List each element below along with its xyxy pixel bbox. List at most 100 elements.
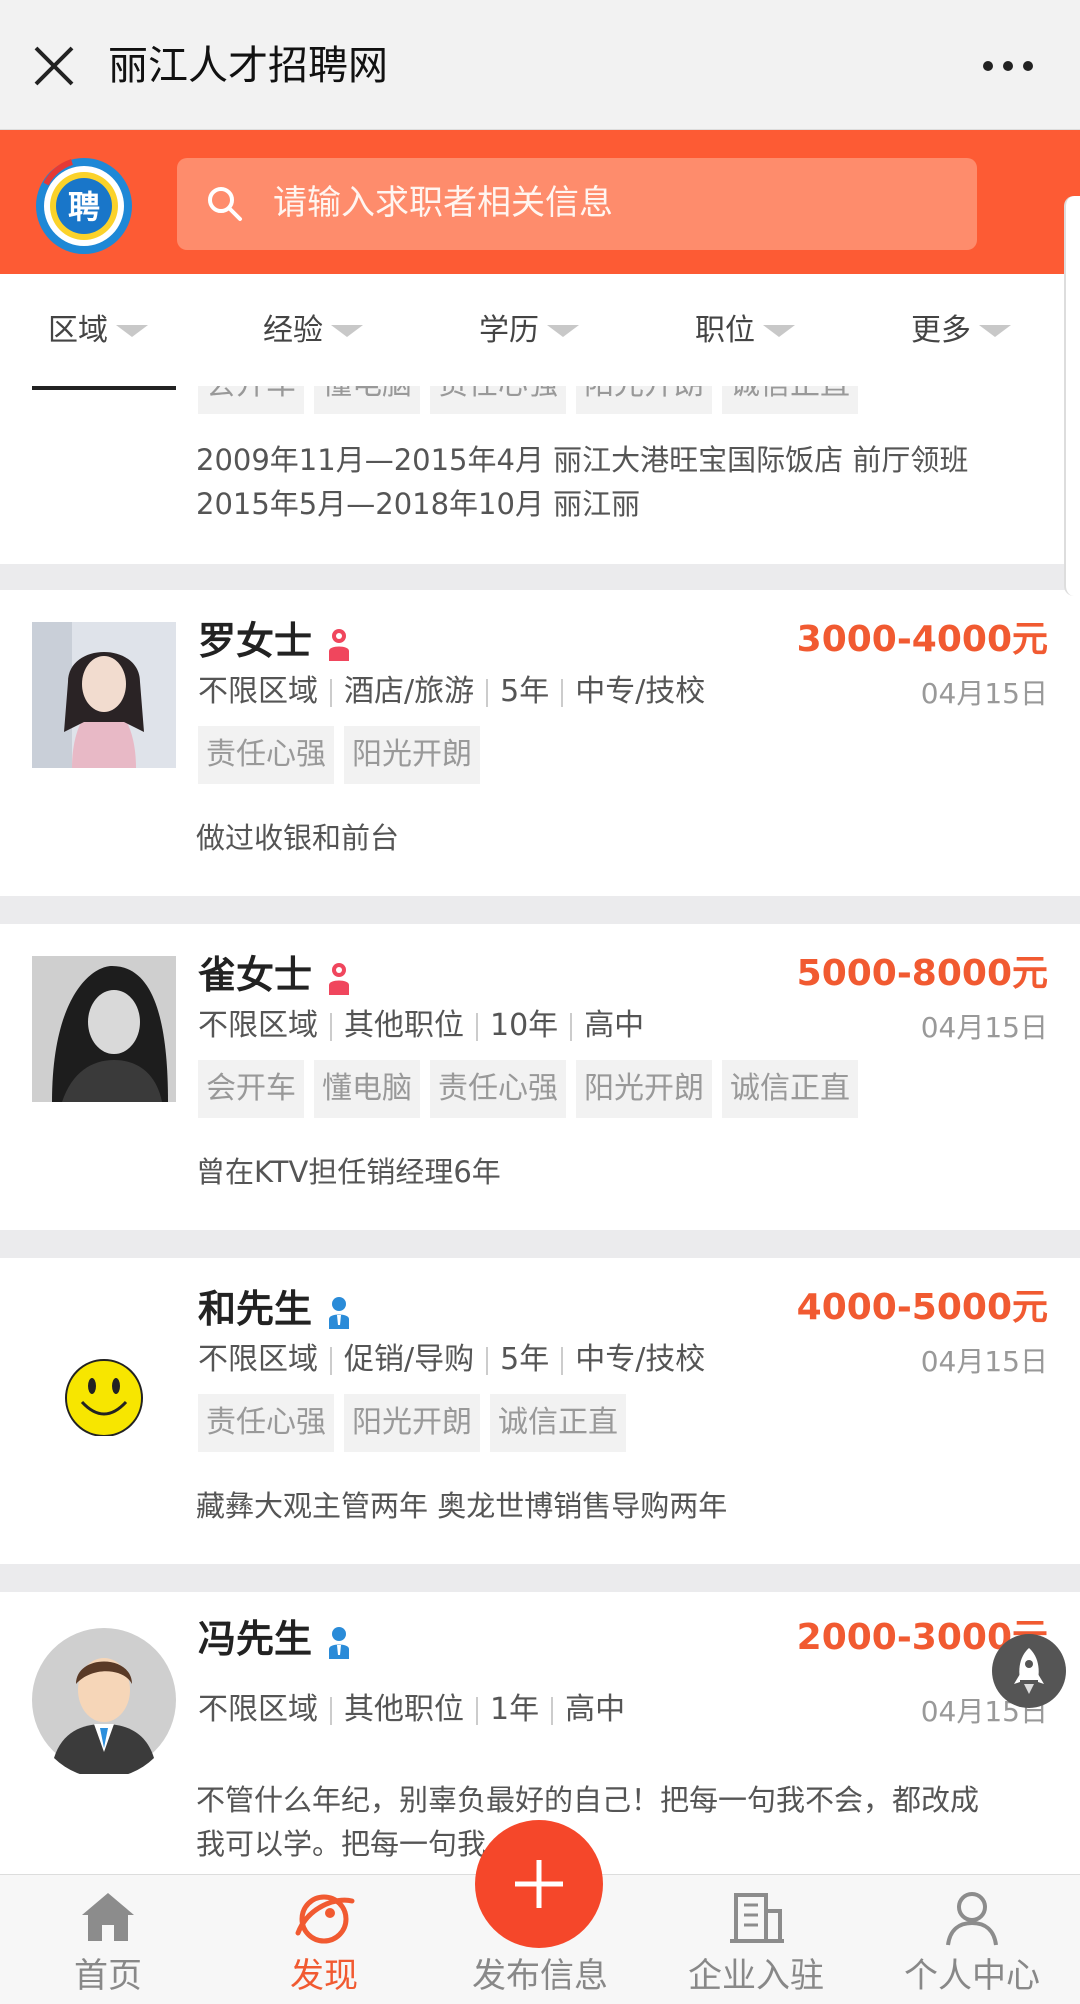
info-experience: 5年 [500, 1342, 550, 1377]
nav-home[interactable]: 首页 [8, 1875, 208, 2004]
filter-label: 学历 [479, 312, 539, 348]
tag-list: 会开车懂电脑责任心强阳光开朗诚信正直 [198, 1060, 868, 1118]
scrollbar[interactable] [1064, 196, 1080, 596]
title-bar: 丽江人才招聘网 [0, 0, 1080, 130]
divider [476, 1696, 478, 1725]
info-region: 不限区域 [198, 1692, 318, 1727]
divider [486, 1346, 489, 1375]
info-education: 高中 [584, 1008, 645, 1043]
tag: 诚信正直 [722, 386, 858, 414]
avatar [32, 1290, 176, 1436]
info-row: 不限区域 促销/导购 5年 中专/技校 [198, 1338, 705, 1382]
search-icon [208, 187, 242, 221]
tag: 懂电脑 [314, 1060, 420, 1118]
info-industry: 促销/导购 [344, 1342, 475, 1377]
page-title: 丽江人才招聘网 [108, 43, 388, 89]
discover-icon [295, 1894, 355, 1944]
back-to-top-button[interactable] [992, 1634, 1066, 1708]
info-row: 不限区域 其他职位 10年 高中 [198, 1004, 644, 1048]
candidate-name: 雀女士 [198, 953, 313, 997]
resume-description: 曾在KTV担任销经理6年 [196, 1155, 501, 1189]
tag-list: 责任心强 阳光开朗 [198, 726, 490, 784]
filter-label: 更多 [911, 312, 971, 348]
nav-profile[interactable]: 个人中心 [872, 1875, 1072, 2004]
filter-bar: 区域 经验 学历 职位 更多 [0, 274, 1080, 386]
filter-active-underline [32, 386, 176, 390]
plus-icon [515, 1860, 563, 1908]
dropdown-arrow-icon [547, 324, 579, 337]
info-education: 中专/技校 [575, 674, 706, 709]
divider [551, 1696, 554, 1725]
post-date: 04月15日 [920, 1011, 1048, 1044]
person-icon [946, 1892, 998, 1946]
filter-education[interactable]: 学历 [479, 308, 579, 352]
filter-experience[interactable]: 经验 [263, 308, 363, 352]
avatar [32, 1628, 176, 1774]
tag: 责任心强 [430, 386, 566, 414]
avatar [32, 622, 176, 768]
tag: 懂电脑 [314, 386, 420, 414]
description-line: 我可以学。把每一句我 [196, 1827, 487, 1861]
divider [476, 1012, 478, 1041]
tag: 会开车 [198, 386, 304, 414]
info-education: 高中 [565, 1692, 626, 1727]
info-row: 不限区域 其他职位 1年 高中 [198, 1688, 625, 1732]
divider [330, 1696, 332, 1725]
resume-description: 不管什么年纪，别辜负最好的自己！把每一句我不会，都改成 我可以学。把每一句我 [196, 1778, 1050, 1866]
divider [561, 678, 564, 707]
divider [330, 1012, 332, 1041]
resume-card[interactable]: 雀女士 5000-8000元 04月15日 不限区域 其他职位 10年 高中 会开车懂… [0, 924, 1080, 1230]
filter-label: 经验 [263, 312, 323, 348]
description-line: 不管什么年纪，别辜负最好的自己！把每一句我不会，都改成 [196, 1783, 980, 1817]
info-region: 不限区域 [198, 1342, 318, 1377]
tag: 阳光开朗 [576, 386, 712, 414]
tag-list: 会开车懂电脑责任心强阳光开朗诚信正直 [198, 386, 868, 414]
candidate-name: 和先生 [198, 1287, 313, 1331]
salary: 4000-5000元 [796, 1287, 1048, 1328]
male-icon [329, 1296, 350, 1329]
tag: 责任心强 [430, 1060, 566, 1118]
divider [561, 1346, 564, 1375]
info-experience: 5年 [500, 674, 550, 709]
filter-more[interactable]: 更多 [911, 308, 1011, 352]
recruit-logo-icon[interactable]: 聘 [32, 154, 136, 258]
info-region: 不限区域 [198, 674, 318, 709]
info-industry: 其他职位 [344, 1692, 464, 1727]
publish-button[interactable] [475, 1820, 603, 1948]
divider [570, 1012, 573, 1041]
description-line: 2009年11月—2015年4月 丽江大港旺宝国际饭店 前厅领班 [196, 443, 969, 477]
home-icon [82, 1893, 134, 1941]
app-screen: 丽江人才招聘网 聘 请输入求职者相关信息 区域 经验 学历 职位 更多 2009… [0, 0, 1080, 2004]
nav-label: 发现 [290, 1956, 358, 1996]
resume-description: 藏彝大观主管两年 奥龙世博销售导购两年 [196, 1489, 728, 1523]
resume-card[interactable]: 和先生 4000-5000元 04月15日 不限区域 促销/导购 5年 中专/技校 责… [0, 1258, 1080, 1564]
rocket-icon [1014, 1648, 1044, 1694]
candidate-name-row: 和先生 [198, 1284, 352, 1334]
resume-description: 做过收银和前台 [196, 821, 400, 855]
info-region: 不限区域 [198, 1008, 318, 1043]
resume-description: 2009年11月—2015年4月 丽江大港旺宝国际饭店 前厅领班 2015年5月… [196, 438, 1050, 526]
info-education: 中专/技校 [575, 1342, 706, 1377]
candidate-name-row: 雀女士 [198, 950, 352, 1000]
nav-label: 企业入驻 [688, 1956, 824, 1996]
nav-label: 首页 [74, 1956, 142, 1996]
salary: 5000-8000元 [796, 953, 1048, 994]
more-icon[interactable] [980, 58, 1036, 74]
tag: 责任心强 [198, 1394, 334, 1452]
tag: 会开车 [198, 1060, 304, 1118]
filter-region[interactable]: 区域 [48, 308, 148, 352]
close-icon[interactable] [28, 40, 80, 92]
description-line: 2015年5月—2018年10月 丽江丽 [196, 487, 641, 521]
divider [486, 678, 489, 707]
tag-list: 责任心强 阳光开朗 诚信正直 [198, 1394, 636, 1452]
nav-discover[interactable]: 发现 [224, 1875, 424, 2004]
candidate-name: 罗女士 [198, 619, 313, 663]
resume-card-partial[interactable]: 会开车懂电脑责任心强阳光开朗诚信正直 2009年11月—2015年4月 丽江大港… [0, 386, 1080, 564]
avatar [32, 956, 176, 1102]
nav-label: 个人中心 [904, 1956, 1040, 1996]
filter-position[interactable]: 职位 [695, 308, 795, 352]
filter-label: 区域 [48, 312, 108, 348]
search-input[interactable]: 请输入求职者相关信息 [177, 158, 977, 250]
resume-card[interactable]: 罗女士 3000-4000元 04月15日 不限区域 酒店/旅游 5年 中专/技校 责… [0, 590, 1080, 896]
nav-enterprise[interactable]: 企业入驻 [656, 1875, 856, 2004]
